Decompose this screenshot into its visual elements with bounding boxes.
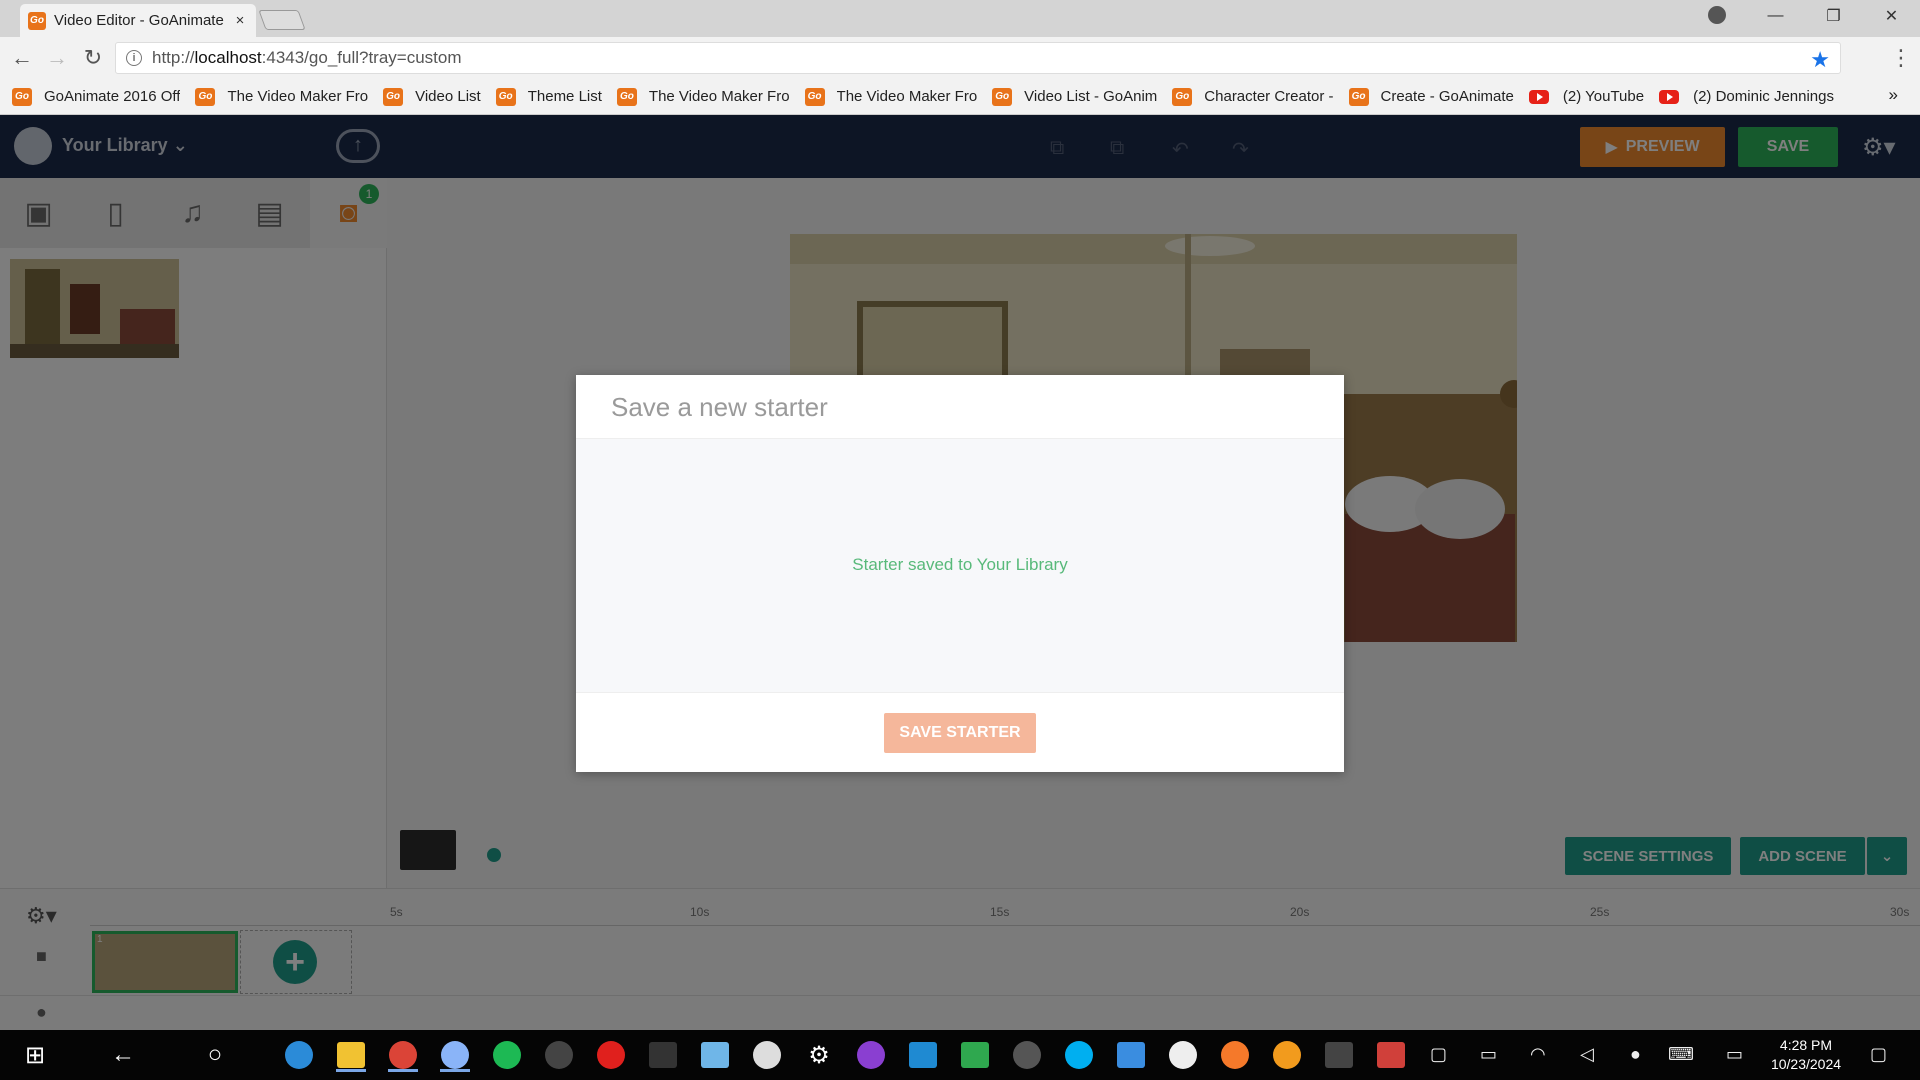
speedometer-icon[interactable]	[1166, 1038, 1200, 1072]
close-window-icon[interactable]: ✕	[1863, 0, 1920, 32]
volume-icon[interactable]: ◁	[1580, 1044, 1594, 1065]
goanimate-icon: Go	[495, 87, 516, 106]
back-icon[interactable]: ←	[9, 45, 35, 71]
bookmarks-overflow-icon[interactable]: »	[1889, 85, 1898, 105]
app-green-icon[interactable]	[490, 1038, 524, 1072]
goanimate-icon: Go	[195, 87, 216, 106]
tab-title: Video Editor - GoAnimate	[54, 12, 224, 29]
profile-icon[interactable]	[1708, 6, 1726, 24]
bookmark-item[interactable]: Go GoAnimate 2016 Off	[12, 87, 181, 106]
blender-icon[interactable]	[1218, 1038, 1252, 1072]
dialog-body: Starter saved to Your Library	[576, 439, 1344, 691]
bookmark-item[interactable]: Go Create - GoAnimate	[1348, 87, 1514, 106]
back-arrow-icon[interactable]: ←	[106, 1038, 140, 1072]
windows-start-icon[interactable]: ⊞	[18, 1038, 52, 1072]
bookmark-item[interactable]: Go Character Creator -	[1172, 87, 1334, 106]
bookmark-item[interactable]: (2) Dominic Jennings	[1659, 88, 1834, 105]
bookmark-label: (2) Dominic Jennings	[1693, 88, 1834, 105]
system-clock[interactable]: 4:28 PM 10/23/2024	[1756, 1036, 1856, 1074]
battery-icon[interactable]: ▭	[1480, 1044, 1497, 1065]
search-icon[interactable]: ○	[198, 1038, 232, 1072]
dialog-footer: SAVE STARTER	[576, 692, 1344, 772]
save-starter-button[interactable]: SAVE STARTER	[884, 712, 1036, 753]
chrome-icon[interactable]	[386, 1038, 420, 1072]
goanimate-icon: Go	[804, 87, 825, 106]
browser-tabstrip: Go Video Editor - GoAnimate × — ❐ ✕	[0, 0, 1920, 37]
goanimate-favicon-icon: Go	[28, 11, 46, 30]
electron-icon[interactable]	[542, 1038, 576, 1072]
chat-app-icon[interactable]	[958, 1038, 992, 1072]
goanimate-icon: Go	[992, 87, 1013, 106]
bookmark-label: Create - GoAnimate	[1380, 88, 1514, 105]
browser-toolbar: ← → ↻ i http://localhost:4343/go_full?tr…	[0, 37, 1920, 79]
clock-date: 10/23/2024	[1770, 1056, 1842, 1072]
dialog-title: Save a new starter	[576, 375, 1344, 439]
reload-icon[interactable]: ↻	[80, 45, 106, 71]
notepad-icon[interactable]	[698, 1038, 732, 1072]
tablet-mode-icon[interactable]: ▭	[1726, 1044, 1743, 1065]
bookmark-item[interactable]: Go Video List	[383, 87, 481, 106]
snipping-tool-icon[interactable]	[1374, 1038, 1408, 1072]
bookmark-label: Theme List	[527, 88, 602, 105]
new-tab-button[interactable]	[258, 10, 306, 30]
bookmark-item[interactable]: Go The Video Maker Fro	[195, 87, 369, 106]
bookmark-item[interactable]: Go The Video Maker Fro	[616, 87, 790, 106]
maximize-icon[interactable]: ❐	[1805, 0, 1862, 32]
bookmark-label: The Video Maker Fro	[648, 88, 790, 105]
bookmark-star-icon[interactable]: ★	[1810, 47, 1830, 73]
url-prefix: http://	[152, 48, 195, 67]
tray-device-icon[interactable]: ▢	[1430, 1044, 1447, 1065]
tab-close-icon[interactable]: ×	[232, 12, 248, 29]
settings-icon[interactable]: ⚙	[802, 1038, 836, 1072]
goanimate-icon: Go	[1172, 87, 1193, 106]
goanimate-icon: Go	[383, 87, 404, 106]
paint-app-icon[interactable]	[1114, 1038, 1148, 1072]
save-starter-dialog: Save a new starter Starter saved to Your…	[576, 375, 1344, 772]
browser-menu-icon[interactable]: ⋮	[1890, 45, 1912, 71]
minimize-icon[interactable]: —	[1747, 0, 1804, 32]
windows-taskbar: ⊞ ← ○ ⚙ ▢ ▭ ◠ ◁ ● ⌨ ▭ 4:28 PM 10/23/2024…	[0, 1030, 1920, 1080]
fontforge-icon[interactable]	[1322, 1038, 1356, 1072]
success-message: Starter saved to Your Library	[852, 555, 1068, 574]
skype-icon[interactable]	[1062, 1038, 1096, 1072]
edge-icon[interactable]	[282, 1038, 316, 1072]
notifications-icon[interactable]: ▢	[1870, 1044, 1887, 1065]
bookmark-label: The Video Maker Fro	[227, 88, 369, 105]
bookmark-label: (2) YouTube	[1562, 88, 1645, 105]
site-info-icon[interactable]: i	[126, 50, 142, 66]
forward-icon[interactable]: →	[44, 45, 70, 71]
clock-time: 4:28 PM	[1779, 1037, 1833, 1053]
vscode-icon[interactable]	[906, 1038, 940, 1072]
bookmark-label: Character Creator -	[1204, 88, 1334, 105]
record-icon[interactable]	[594, 1038, 628, 1072]
address-bar[interactable]: i http://localhost:4343/go_full?tray=cus…	[115, 42, 1841, 74]
media-player-icon[interactable]	[1010, 1038, 1044, 1072]
bookmark-label: The Video Maker Fro	[836, 88, 978, 105]
bookmark-item[interactable]: Go Theme List	[495, 87, 602, 106]
url-path: :4343/go_full?tray=custom	[261, 48, 462, 67]
fl-studio-icon[interactable]	[1270, 1038, 1304, 1072]
goanimate-icon: Go	[1348, 87, 1369, 106]
bookmark-item[interactable]: Go The Video Maker Fro	[804, 87, 978, 106]
bookmark-label: Video List	[415, 88, 481, 105]
bookmarks-bar: Go GoAnimate 2016 Off Go The Video Maker F…	[0, 79, 1920, 115]
bookmark-label: GoAnimate 2016 Off	[44, 88, 181, 105]
bookmark-item[interactable]: (2) YouTube	[1528, 88, 1645, 105]
github-icon[interactable]	[854, 1038, 888, 1072]
goanimate-icon: Go	[12, 87, 32, 106]
terminal-icon[interactable]	[646, 1038, 680, 1072]
clock-app-icon[interactable]	[750, 1038, 784, 1072]
bookmark-item[interactable]: Go Video List - GoAnim	[992, 87, 1158, 106]
chrome-canary-icon[interactable]	[438, 1038, 472, 1072]
microphone-tray-icon[interactable]: ●	[1630, 1044, 1641, 1065]
browser-tab-active[interactable]: Go Video Editor - GoAnimate ×	[20, 4, 256, 37]
url-host: localhost	[194, 48, 262, 67]
keyboard-icon[interactable]: ⌨	[1668, 1044, 1694, 1065]
youtube-icon	[1528, 89, 1549, 104]
bookmark-label: Video List - GoAnim	[1024, 88, 1158, 105]
file-explorer-icon[interactable]	[334, 1038, 368, 1072]
youtube-icon	[1659, 89, 1680, 104]
wifi-icon[interactable]: ◠	[1530, 1044, 1546, 1065]
goanimate-icon: Go	[616, 87, 637, 106]
